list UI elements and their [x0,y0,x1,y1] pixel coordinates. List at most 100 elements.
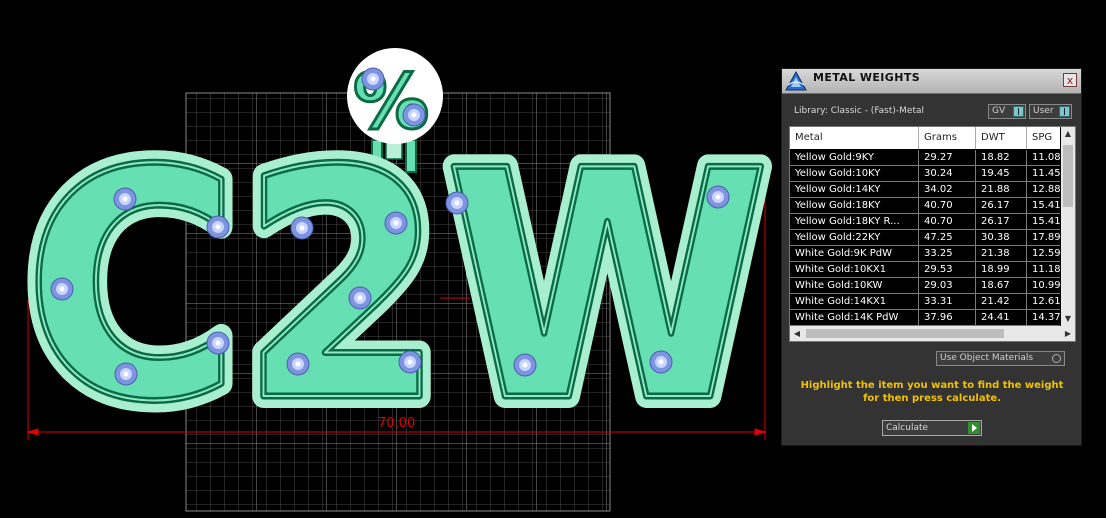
library-label: Library: Classic - (Fast)-Metal [794,106,925,116]
cell-dwt: 18.82 [976,150,1027,165]
cell-dwt: 21.88 [976,182,1027,197]
table-row[interactable]: White Gold:14KX1 33.31 21.42 12.61 [790,294,1060,310]
cell-dwt: 19.45 [976,166,1027,181]
table-row[interactable]: White Gold:14K PdW 37.96 24.41 14.37 [790,310,1060,326]
gemstone-icon[interactable] [361,67,385,91]
gemstone-icon[interactable] [402,103,426,127]
gemstone-icon[interactable] [513,353,537,377]
table-header: Metal Grams DWT SPG [790,127,1060,149]
cell-grams: 47.25 [919,230,976,245]
table-row[interactable]: White Gold:10KX1 29.53 18.99 11.18 [790,262,1060,278]
cell-spg: 11.08 [1032,152,1060,163]
panel-titlebar[interactable]: METAL WEIGHTS x [782,69,1081,94]
gemstone-icon[interactable] [445,191,469,215]
gemstone-icon[interactable] [206,215,230,239]
cell-spg: 15.41 [1032,216,1060,227]
cell-dwt: 24.41 [976,310,1027,325]
table-row[interactable]: White Gold:9K PdW 33.25 21.38 12.59 [790,246,1060,262]
pendant-letters[interactable]: C2W C2W C2W % [12,56,775,484]
scroll-up-arrow-icon[interactable]: ▲ [1061,127,1075,141]
cell-dwt: 26.17 [976,198,1027,213]
cell-spg: 10.99 [1032,280,1060,291]
table-row[interactable]: Yellow Gold:9KY 29.27 18.82 11.08 [790,150,1060,166]
gemstone-icon[interactable] [286,352,310,376]
horizontal-scrollbar[interactable]: ◀ ▶ [790,326,1075,341]
cell-metal: Yellow Gold:22KY [790,230,919,245]
metal-weights-panel: METAL WEIGHTS x Library: Classic - (Fast… [781,68,1082,446]
dimension-label: 70.00 [378,416,415,431]
cell-metal: White Gold:9K PdW [790,246,919,261]
gemstone-icon[interactable] [706,185,730,209]
viewport-canvas[interactable]: C2W C2W C2W % 70.00 [0,0,775,518]
scroll-down-arrow-icon[interactable]: ▼ [1061,312,1075,326]
table-row[interactable]: Yellow Gold:18KY R... 40.70 26.17 15.41 [790,214,1060,230]
gemstone-icon[interactable] [206,331,230,355]
gemstone-icon[interactable] [384,211,408,235]
cell-dwt: 18.99 [976,262,1027,277]
vertical-scroll-thumb[interactable] [1063,145,1073,207]
gemstone-icon[interactable] [50,277,74,301]
user-label: User [1033,106,1054,116]
column-header-metal[interactable]: Metal [790,127,919,149]
cell-spg: 12.88 [1032,184,1060,195]
use-object-materials-label: Use Object Materials [940,353,1034,363]
horizontal-scroll-thumb[interactable] [806,329,1004,338]
cell-dwt: 21.38 [976,246,1027,261]
vertical-scrollbar[interactable]: ▲ ▼ [1061,127,1075,326]
metal-table: Metal Grams DWT SPG Yellow Gold:9KY 29.27… [789,126,1076,342]
play-icon [968,422,980,434]
gv-toggle-icon [1013,106,1024,117]
table-row[interactable]: Yellow Gold:18KY 40.70 26.17 15.41 [790,198,1060,214]
table-row[interactable]: Yellow Gold:22KY 47.25 30.38 17.89 [790,230,1060,246]
app-logo-icon [785,70,807,91]
cell-grams: 34.02 [919,182,976,197]
gemstone-icon[interactable] [113,187,137,211]
column-header-spg[interactable]: SPG [1027,127,1060,149]
gv-toggle[interactable]: GV [988,104,1026,119]
gemstone-icon[interactable] [114,362,138,386]
table-row[interactable]: White Gold:10KW 29.03 18.67 10.99 [790,278,1060,294]
cell-grams: 37.96 [919,310,976,325]
3d-viewport[interactable]: C2W C2W C2W % 70.00 [0,0,775,518]
radio-icon [1052,354,1061,363]
cell-spg: 11.45 [1032,168,1060,179]
cell-metal: Yellow Gold:14KY [790,182,919,197]
cell-metal: Yellow Gold:9KY [790,150,919,165]
scroll-right-arrow-icon[interactable]: ▶ [1061,326,1075,341]
cell-dwt: 21.42 [976,294,1027,309]
cell-grams: 29.53 [919,262,976,277]
cell-spg: 15.41 [1032,200,1060,211]
calculate-button[interactable]: Calculate [882,420,982,436]
cell-spg: 14.37 [1032,312,1060,323]
calculate-label: Calculate [886,423,929,433]
cell-metal: White Gold:10KX1 [790,262,919,277]
cell-grams: 33.25 [919,246,976,261]
gemstone-icon[interactable] [649,350,673,374]
cell-grams: 30.24 [919,166,976,181]
close-button[interactable]: x [1063,73,1077,87]
cell-spg: 11.18 [1032,264,1060,275]
table-body: Yellow Gold:9KY 29.27 18.82 11.08 Yellow Gol… [790,150,1060,326]
use-object-materials-toggle[interactable]: Use Object Materials [936,351,1065,366]
gv-label: GV [992,106,1006,116]
gemstone-icon[interactable] [348,286,372,310]
user-toggle-icon [1059,106,1070,117]
scroll-left-arrow-icon[interactable]: ◀ [790,326,804,341]
column-header-dwt[interactable]: DWT [976,127,1027,149]
gemstone-icon[interactable] [398,350,422,374]
table-row[interactable]: Yellow Gold:14KY 34.02 21.88 12.88 [790,182,1060,198]
cell-dwt: 26.17 [976,214,1027,229]
gemstone-icon[interactable] [290,216,314,240]
table-row[interactable]: Yellow Gold:10KY 30.24 19.45 11.45 [790,166,1060,182]
user-toggle[interactable]: User [1029,104,1072,119]
column-header-grams[interactable]: Grams [919,127,976,149]
instruction-text: Highlight the item you want to find the … [800,380,1064,404]
cell-grams: 29.03 [919,278,976,293]
cell-metal: Yellow Gold:18KY R... [790,214,919,229]
cell-dwt: 18.67 [976,278,1027,293]
cell-dwt: 30.38 [976,230,1027,245]
cell-metal: Yellow Gold:18KY [790,198,919,213]
cell-grams: 40.70 [919,198,976,213]
cell-metal: Yellow Gold:10KY [790,166,919,181]
cell-metal: White Gold:14KX1 [790,294,919,309]
